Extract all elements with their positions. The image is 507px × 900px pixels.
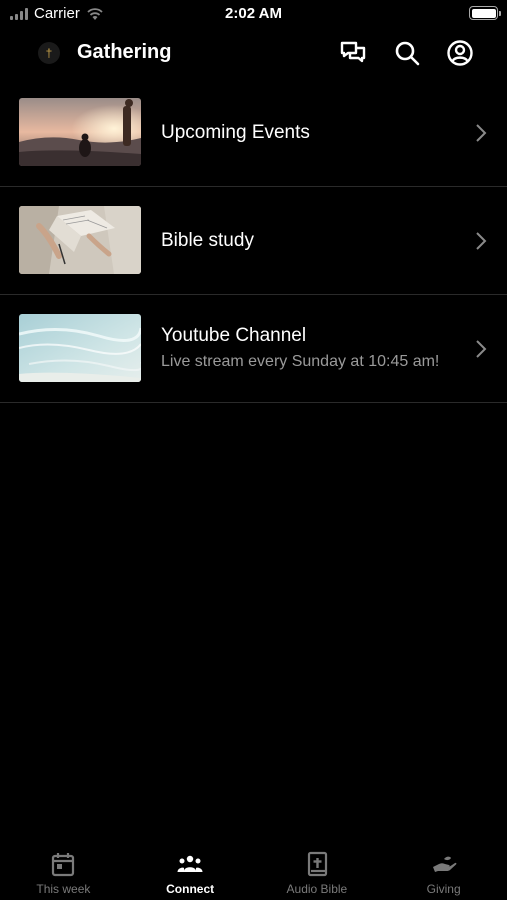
search-button[interactable] bbox=[393, 39, 421, 67]
list-item-upcoming-events[interactable]: Upcoming Events bbox=[0, 79, 507, 187]
list-item-bible-study[interactable]: Bible study bbox=[0, 187, 507, 295]
calendar-icon bbox=[52, 853, 75, 877]
chat-bubbles-icon bbox=[340, 41, 366, 63]
church-logo: † bbox=[38, 42, 60, 64]
search-icon bbox=[395, 41, 420, 66]
tab-label: Connect bbox=[166, 882, 215, 896]
list-item-text: Bible study bbox=[161, 187, 447, 294]
status-bar: Carrier 2:02 AM bbox=[0, 0, 507, 28]
chevron-right-icon bbox=[476, 340, 487, 358]
account-circle-icon bbox=[447, 40, 473, 66]
app-header: † Gathering bbox=[0, 30, 507, 76]
list-item-subtitle: Live stream every Sunday at 10:45 am! bbox=[161, 353, 440, 370]
tab-this-week[interactable]: This week bbox=[0, 840, 127, 900]
tab-audio-bible[interactable]: Audio Bible bbox=[254, 840, 381, 900]
messages-button[interactable] bbox=[339, 39, 367, 67]
app-screen: Carrier 2:02 AM † Gathering Upcoming Eve… bbox=[0, 0, 507, 900]
people-group-icon bbox=[177, 855, 203, 872]
giving-hand-icon bbox=[432, 856, 457, 872]
connect-list: Upcoming Events Bible study Youtube Chan… bbox=[0, 79, 507, 403]
tab-connect[interactable]: Connect bbox=[127, 840, 254, 900]
list-item-title: Bible study bbox=[161, 229, 254, 251]
tab-label: This week bbox=[36, 882, 91, 896]
tab-label: Giving bbox=[426, 882, 461, 896]
list-item-text: Youtube Channel Live stream every Sunday… bbox=[161, 295, 447, 402]
list-item-title: Youtube Channel bbox=[161, 325, 307, 346]
list-item-text: Upcoming Events bbox=[161, 79, 447, 186]
tab-label: Audio Bible bbox=[286, 882, 348, 896]
upcoming-events-thumbnail bbox=[19, 98, 141, 166]
list-item-title: Upcoming Events bbox=[161, 121, 310, 143]
list-item-youtube-channel[interactable]: Youtube Channel Live stream every Sunday… bbox=[0, 295, 507, 403]
chevron-right-icon bbox=[476, 124, 487, 142]
bible-icon bbox=[307, 851, 327, 877]
battery-icon bbox=[469, 6, 501, 20]
youtube-channel-thumbnail bbox=[19, 314, 141, 382]
tab-bar: This week Connect Audio Bible Giving bbox=[0, 840, 507, 900]
tab-giving[interactable]: Giving bbox=[380, 840, 507, 900]
chevron-right-icon bbox=[476, 232, 487, 250]
status-time: 2:02 AM bbox=[225, 5, 282, 22]
profile-button[interactable] bbox=[446, 39, 474, 67]
bible-study-thumbnail bbox=[19, 206, 141, 274]
page-title: Gathering bbox=[77, 41, 172, 63]
